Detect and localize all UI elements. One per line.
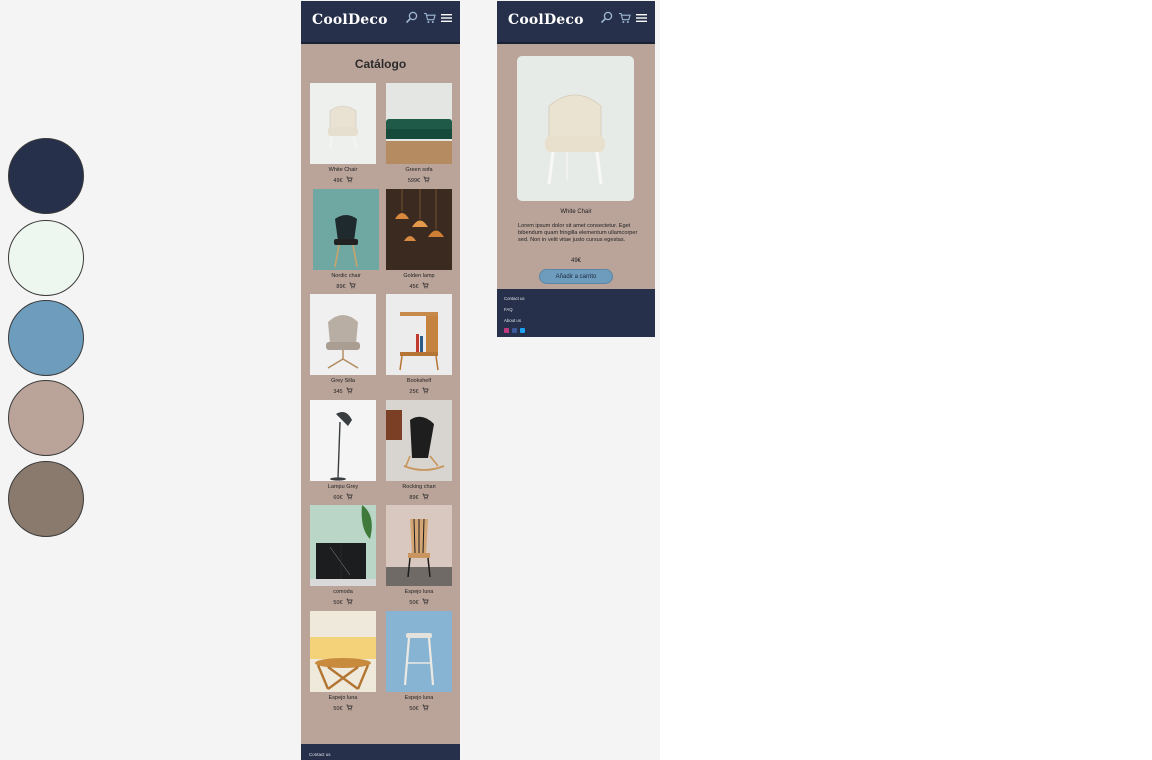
add-to-cart-icon[interactable] (346, 493, 353, 502)
product-name: Nordic chair (331, 273, 361, 279)
product-name: White Chair (560, 209, 592, 215)
product-name: Bookshelf (406, 378, 432, 384)
product-price: 50€ (333, 599, 343, 606)
white-stool-image (386, 611, 452, 692)
product-card[interactable]: Golden lamp 45€ (386, 189, 452, 291)
product-price: 50€ (333, 705, 343, 712)
product-name: Lampu Grey (327, 484, 359, 490)
product-name: Rocking chari (402, 484, 436, 490)
product-card[interactable]: Bookshelf 25€ (386, 294, 452, 396)
rattan-table-image (310, 611, 376, 692)
product-price: 25€ (409, 388, 419, 395)
product-name: Grey Silla (331, 378, 355, 384)
product-card[interactable]: Espejo luna 50€ (386, 611, 452, 713)
footer: Contact us (301, 744, 460, 760)
add-to-cart-icon[interactable] (422, 598, 429, 607)
add-to-cart-icon[interactable] (422, 387, 429, 396)
marble-dresser-image (310, 505, 376, 586)
product-price: 599€ (407, 177, 421, 184)
add-to-cart-icon[interactable] (423, 176, 430, 185)
add-to-cart-icon[interactable] (346, 704, 353, 713)
product-card[interactable]: Green sofa 599€ (386, 83, 452, 185)
product-card[interactable]: Rocking chari 89€ (386, 400, 452, 502)
product-price: 50€ (409, 599, 419, 606)
catalog-title: Catálogo (354, 57, 407, 71)
product-price: 89€ (409, 494, 419, 501)
logo-deco: Deco (543, 12, 584, 28)
product-name: comoda (333, 589, 353, 595)
footer-contact-link[interactable]: Contact us (309, 752, 331, 757)
product-detail-screen: CoolDeco White Chair Lorem ipsum dolor s… (497, 1, 655, 337)
product-card[interactable]: comoda 50€ (310, 505, 376, 607)
golden-lamp-image (386, 189, 452, 270)
search-icon[interactable] (600, 11, 613, 24)
logo-cool: Cool (508, 12, 544, 28)
product-image (517, 56, 634, 201)
product-price: 89€ (336, 283, 346, 290)
add-to-cart-icon[interactable] (422, 282, 429, 291)
bookshelf-table-image (386, 294, 452, 375)
product-price: 49€ (570, 258, 581, 264)
product-name: Espejo luna (404, 695, 434, 701)
nordic-chair-image (313, 189, 379, 270)
facebook-icon[interactable] (512, 328, 517, 333)
header: CoolDeco (497, 1, 655, 44)
floor-lamp-image (310, 400, 376, 481)
color-swatch-mint (8, 220, 84, 296)
product-name: Espejo luna (404, 589, 434, 595)
design-canvas: CoolDeco Catálogo White Chair 49€ Green … (0, 0, 660, 760)
color-swatch-brown (8, 461, 84, 537)
add-to-cart-icon[interactable] (422, 704, 429, 713)
product-card[interactable]: Espejo luna 50€ (386, 505, 452, 607)
logo[interactable]: CoolDeco (508, 12, 584, 28)
product-price: 45€ (409, 283, 419, 290)
product-card[interactable]: Lampu Grey 60€ (310, 400, 376, 502)
menu-icon[interactable] (441, 13, 452, 23)
product-name: Golden lamp (403, 273, 435, 279)
color-swatch-navy (8, 138, 84, 214)
add-to-cart-icon[interactable] (422, 493, 429, 502)
product-card[interactable]: White Chair 49€ (310, 83, 376, 185)
product-name: White Chair (328, 167, 358, 173)
product-name: Espejo luna (328, 695, 358, 701)
menu-icon[interactable] (636, 13, 647, 23)
logo-cool: Cool (312, 12, 348, 28)
header: CoolDeco (301, 1, 460, 44)
product-description: Lorem ipsum dolor sit amet consectetur. … (518, 223, 638, 243)
logo-deco: Deco (347, 12, 388, 28)
color-swatch-blue (8, 300, 84, 376)
product-name: Green sofa (405, 167, 433, 173)
grey-swivel-chair-image (310, 294, 376, 375)
cart-icon[interactable] (423, 12, 436, 24)
add-to-cart-icon[interactable] (349, 282, 356, 291)
product-card[interactable]: Nordic chair 89€ (313, 189, 379, 291)
add-to-cart-icon[interactable] (346, 598, 353, 607)
catalog-screen: CoolDeco Catálogo White Chair 49€ Green … (301, 1, 460, 760)
twitter-icon[interactable] (520, 328, 525, 333)
product-price: 49€ (333, 177, 343, 184)
add-to-cart-icon[interactable] (346, 176, 353, 185)
logo[interactable]: CoolDeco (312, 12, 388, 28)
footer-faq-link[interactable]: FAQ (504, 307, 513, 312)
wooden-chair-image (386, 505, 452, 586)
product-price: 345 (333, 388, 343, 395)
product-card[interactable]: Grey Silla 345 (310, 294, 376, 396)
white-armchair-image (310, 83, 376, 164)
color-swatch-beige (8, 380, 84, 456)
product-price: 50€ (409, 705, 419, 712)
product-card[interactable]: Espejo luna 50€ (310, 611, 376, 713)
search-icon[interactable] (405, 11, 418, 24)
green-sofa-image (386, 83, 452, 164)
product-price: 60€ (333, 494, 343, 501)
footer: Contact us FAQ About us (497, 289, 655, 337)
add-to-cart-button[interactable]: Añadir a carrito (539, 269, 613, 284)
cart-icon[interactable] (618, 12, 631, 24)
footer-about-link[interactable]: About us (504, 318, 521, 323)
rocking-chair-image (386, 400, 452, 481)
add-to-cart-icon[interactable] (346, 387, 353, 396)
footer-contact-link[interactable]: Contact us (504, 296, 525, 301)
instagram-icon[interactable] (504, 328, 509, 333)
